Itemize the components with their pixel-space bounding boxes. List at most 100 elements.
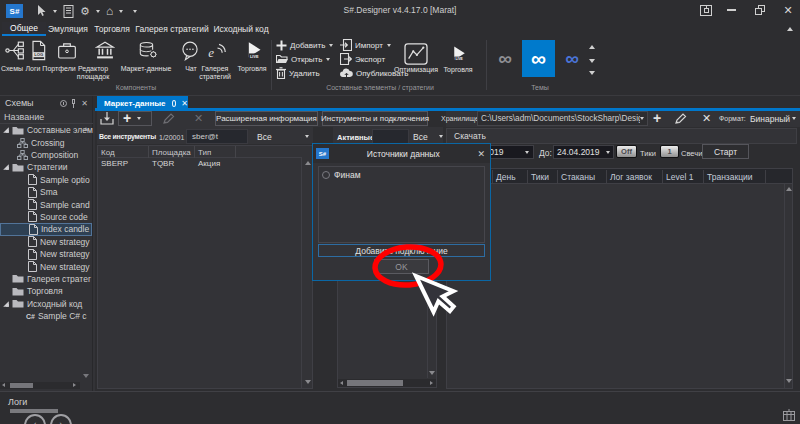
candles-toggle[interactable]: 1 [660,145,679,158]
hscroll-right-icon[interactable] [73,383,76,387]
source-radio-icon[interactable] [322,171,330,179]
home-icon[interactable]: ⌂ [106,6,113,16]
column-header-Стаканы[interactable]: Стаканы [561,172,595,182]
theme-dark-tile[interactable]: ∞ [490,42,520,75]
ribbon-small-export-button[interactable]: Экспорт [340,53,385,65]
expand-arrow-icon[interactable] [3,127,9,133]
tree-hscrollbar[interactable] [0,382,80,389]
tree-column-header[interactable]: Название [0,111,93,124]
start-button[interactable]: Старт [702,144,749,159]
theme-spin-down-icon[interactable] [589,59,595,63]
tree-item-Стратегии[interactable]: Стратегии [0,161,93,173]
column-header-Код[interactable]: Код [101,148,115,157]
ribbon-tab-2[interactable]: Эмуляция [46,22,90,36]
active-hscroll-right-icon[interactable] [430,381,433,385]
instrument-type-combo[interactable]: Все [251,129,313,144]
hscroll-left-icon[interactable] [2,383,5,387]
toolbox-window-icon[interactable] [700,5,712,16]
ok-button[interactable]: OK [374,259,429,274]
add-connection-button[interactable]: Добавить подключение [318,244,485,257]
tree-item-Sample-optio[interactable]: Sample optio [0,174,93,186]
storage-delete-icon[interactable]: ✕ [702,112,711,125]
ribbon-tab-3[interactable]: Торговля [90,22,134,36]
close-button[interactable]: ✕ [781,3,795,17]
column-header-Площадка[interactable]: Площадка [152,148,191,157]
column-header-Level 1[interactable]: Level 1 [666,172,693,182]
tree-item-Composition[interactable]: Composition [0,149,93,161]
instruments-vscrollbar[interactable] [301,158,312,388]
tab-close-icon[interactable]: ✕ [181,99,188,108]
expand-arrow-icon[interactable] [3,301,9,307]
tree-item-Index-candle[interactable]: Index candle [0,223,92,235]
restore-button[interactable] [755,4,766,16]
ribbon-small-import-button[interactable]: Импорт [340,39,391,51]
tree-item-Sample-C-c[interactable]: C#Sample C# c [0,310,93,322]
theme-blue-selected-tile[interactable]: ∞ [522,40,555,77]
tree-item-Sma[interactable]: Sma [0,186,93,198]
tree-item-New-strategy[interactable]: New strategy [0,236,93,248]
active-hscrollbar[interactable] [338,379,436,387]
table-row[interactable]: SBERPTQBRАкция [98,159,301,171]
download-vscrollbar[interactable] [784,184,793,388]
ribbon-tab-5[interactable]: Исходный код [210,22,272,36]
tree-item-New-strategy[interactable]: New strategy [0,248,93,260]
dl-scroll-up-icon[interactable] [786,187,792,191]
date-to-combo[interactable]: 24.04.2019 [553,145,614,159]
dialog-title-bar[interactable]: S# Источники данных ✕ [313,144,490,163]
theme-more-icon[interactable] [589,71,595,75]
gear-icon[interactable]: ⚙ [80,5,90,18]
tree-item-Sample-cand[interactable]: Sample cand [0,198,93,210]
tab-help-icon[interactable] [172,100,177,107]
expand-arrow-icon[interactable] [3,165,9,171]
qat-overflow-icon[interactable] [133,10,137,13]
column-header-День[interactable]: День [496,172,516,182]
pointer-icon[interactable] [36,5,47,17]
tree-item-Source-code[interactable]: Source code [0,211,93,223]
inst-scroll-up-icon[interactable] [305,161,311,165]
add-instrument-button[interactable]: + [118,111,152,126]
active-hscroll-thumb[interactable] [347,380,403,386]
tree-item-Торговля[interactable]: Торговля [0,285,93,297]
column-header-Транзакции[interactable]: Транзакции [707,172,753,182]
active-scroll-down-icon[interactable] [429,371,435,375]
advanced-info-button[interactable]: Расширенная информация [215,111,318,126]
tree-item-New-strategy[interactable]: New strategy [0,260,93,272]
tree-scroll-down-icon[interactable] [83,374,89,378]
gear-dropdown-icon[interactable] [96,10,100,13]
ribbon-button-Редактор площадок[interactable]: Редактор [63,65,123,72]
instrument-filter-input[interactable]: sber@t [186,129,248,144]
column-header-Тики[interactable]: Тики [531,172,549,182]
tree-item-Галерея-стратег[interactable]: Галерея стратег [0,273,93,285]
edit-instrument-icon[interactable] [162,113,175,125]
theme-spin-up-icon[interactable] [589,45,595,49]
minimize-button[interactable] [727,9,736,11]
ribbon-collapse-icon[interactable] [784,24,796,34]
download-header-button[interactable]: Скачать [446,128,797,144]
sidebar-help-icon[interactable] [60,100,67,107]
storage-edit-icon[interactable] [674,113,687,125]
active-filter-input[interactable] [372,129,409,144]
dl-scroll-down-icon[interactable] [786,379,792,383]
tree-item-Составные-элем[interactable]: Составные элем [0,124,93,136]
ribbon-small-trash-button[interactable]: Удалить [276,67,320,79]
grid-settings-icon[interactable] [782,409,796,422]
inst-scroll-down-icon[interactable] [305,380,311,384]
ticks-toggle[interactable]: Off [616,145,637,158]
ribbon-tab-1[interactable]: Общее [2,22,46,36]
format-combo[interactable]: Бинарный [750,111,798,126]
ribbon-large-button-Торговля[interactable]: Торговля [433,66,483,73]
import-csv-button[interactable] [99,111,115,126]
storage-add-icon[interactable]: + [653,110,661,126]
column-header-Тип[interactable]: Тип [198,148,211,157]
storage-combo[interactable]: C:\Users\adm\Documents\StockSharp\Desig [477,111,648,126]
logs-drag-bar[interactable] [10,409,58,413]
ribbon-small-folderopen-button[interactable]: Открыть [276,53,330,65]
theme-light-tile[interactable]: ∞ [557,42,587,75]
ribbon-tab-4[interactable]: Галерея стратегий [134,22,210,36]
hscroll-thumb[interactable] [10,383,33,388]
active-hscroll-left-icon[interactable] [340,381,343,385]
home-dropdown-icon[interactable] [119,10,123,13]
report-icon[interactable] [63,5,74,18]
pointer-dropdown-icon[interactable] [53,10,57,13]
active-combo[interactable]: Все [411,129,443,144]
